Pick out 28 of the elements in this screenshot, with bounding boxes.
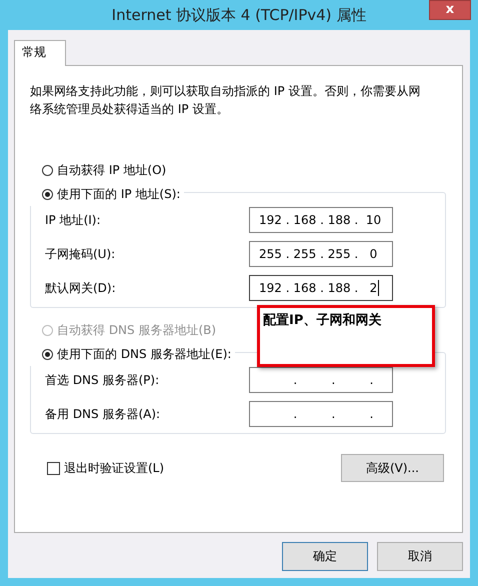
ip-field[interactable]: . . .	[249, 367, 393, 393]
field-label: 子网掩码(U):	[45, 246, 116, 262]
radio-label: 自动获得 IP 地址(O)	[57, 162, 166, 178]
radio-label: 使用下面的 IP 地址(S):	[57, 186, 180, 202]
advanced-button[interactable]: 高级(V)...	[341, 454, 444, 482]
tab[interactable]: 常规	[14, 40, 66, 66]
radio-label: 使用下面的 DNS 服务器地址(E):	[57, 346, 232, 362]
checkbox-label: 退出时验证设置(L)	[64, 460, 164, 476]
text-cursor	[378, 280, 380, 296]
field-label: 默认网关(D):	[45, 280, 116, 296]
ok-button[interactable]: 确定	[282, 542, 368, 571]
ip-field[interactable]: 192 . 168 . 188 . 10	[249, 207, 393, 233]
ip-field[interactable]: 255 . 255 . 255 . 0	[249, 241, 393, 267]
field-label: 备用 DNS 服务器(A):	[45, 406, 160, 422]
cancel-button[interactable]: 取消	[377, 542, 463, 571]
radio-button[interactable]	[42, 164, 53, 176]
ip-field[interactable]: 192 . 168 . 188 . 2	[249, 275, 393, 301]
description-text: 如果网络支持此功能，则可以获取自动指派的 IP 设置。否则，你需要从网络系统管理员处获得适当的 IP 设置。	[30, 83, 422, 118]
ip-field[interactable]: . . .	[249, 401, 393, 427]
field-label: IP 地址(I):	[45, 212, 101, 228]
radio-label: 自动获得 DNS 服务器地址(B)	[57, 322, 216, 338]
window-title: Internet 协议版本 4 (TCP/IPv4) 属性	[112, 6, 366, 24]
field-label: 首选 DNS 服务器(P):	[45, 372, 160, 388]
close-button[interactable]: x	[429, 0, 471, 20]
annotation-callout: 配置IP、子网和网关	[257, 305, 435, 367]
radio-button[interactable]	[42, 348, 53, 360]
checkbox[interactable]	[47, 462, 60, 474]
radio-button[interactable]	[42, 188, 53, 200]
